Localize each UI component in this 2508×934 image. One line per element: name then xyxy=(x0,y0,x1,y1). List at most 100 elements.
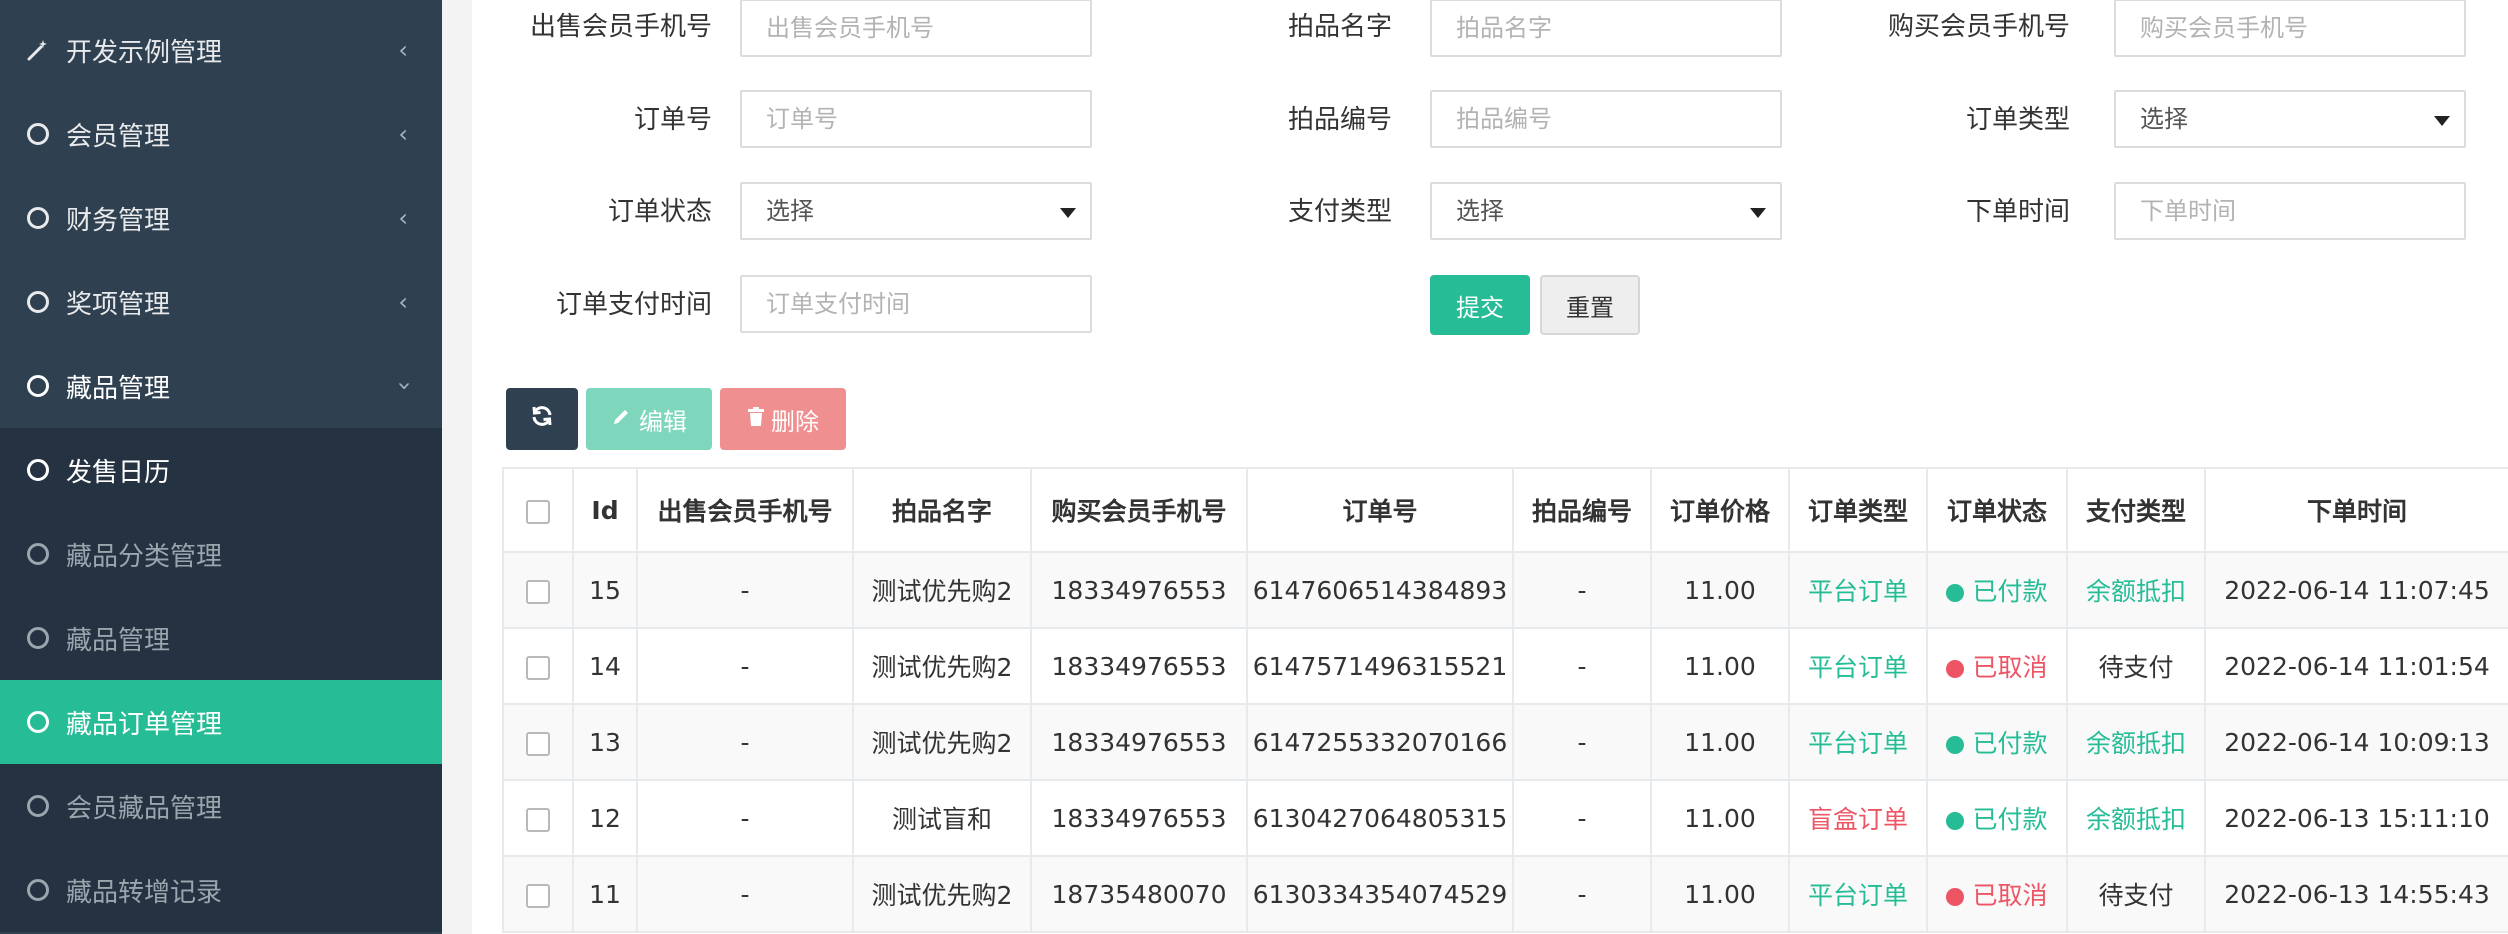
select-all-cell[interactable] xyxy=(502,467,574,553)
orders-table: Id 出售会员手机号 拍品名字 购买会员手机号 订单号 拍品编号 订单价格 订单… xyxy=(502,467,2508,933)
placeholder-text: 拍品名字 xyxy=(1456,14,1552,42)
order-status-label: 订单状态 xyxy=(607,197,712,227)
caret-down-icon xyxy=(1060,208,1076,218)
sidebar-item-collection-orders[interactable]: 藏品订单管理 xyxy=(0,680,442,764)
column-header[interactable]: 支付类型 xyxy=(2066,467,2206,553)
table-cell-pay: 待支付 xyxy=(2066,855,2206,933)
table-cell-time: 2022-06-14 11:01:54 xyxy=(2204,627,2508,705)
column-header[interactable]: 出售会员手机号 xyxy=(636,467,854,553)
table-cell-time: 2022-06-14 11:07:45 xyxy=(2204,551,2508,629)
sidebar-item-collections[interactable]: 藏品管理 › xyxy=(0,344,442,428)
caret-down-icon xyxy=(2434,116,2450,126)
sidebar-item-dev-examples[interactable]: 开发示例管理 ‹ xyxy=(0,8,442,92)
table-cell-id: 15 xyxy=(572,551,638,629)
placeholder-text: 拍品编号 xyxy=(1456,105,1552,133)
row-select-cell[interactable] xyxy=(502,855,574,933)
order-time-input[interactable]: 下单时间 xyxy=(2114,182,2466,240)
row-select-cell[interactable] xyxy=(502,551,574,629)
pencil-icon xyxy=(611,405,631,433)
table-cell-pay: 余额抵扣 xyxy=(2066,551,2206,629)
column-header[interactable]: 购买会员手机号 xyxy=(1030,467,1248,553)
table-cell-pay: 余额抵扣 xyxy=(2066,703,2206,781)
order-status-select[interactable]: 选择 xyxy=(740,182,1092,240)
sidebar-item-label: 藏品管理 xyxy=(66,373,171,404)
row-checkbox[interactable] xyxy=(526,655,550,680)
row-select-cell[interactable] xyxy=(502,779,574,857)
table-cell-pay: 待支付 xyxy=(2066,627,2206,705)
sidebar-item-label: 藏品转增记录 xyxy=(66,877,223,908)
table-cell-seller: - xyxy=(636,779,854,857)
table-cell-time: 2022-06-13 15:11:10 xyxy=(2204,779,2508,857)
table-cell-buyer: 18334976553 xyxy=(1030,779,1248,857)
status-dot-icon xyxy=(1946,812,1965,830)
column-header[interactable]: 拍品名字 xyxy=(852,467,1032,553)
row-checkbox[interactable] xyxy=(526,731,550,756)
row-checkbox[interactable] xyxy=(526,883,550,908)
status-dot-icon xyxy=(1946,584,1965,602)
column-header[interactable]: 订单号 xyxy=(1246,467,1514,553)
status-dot-icon xyxy=(1946,736,1965,754)
select-value: 选择 xyxy=(2140,105,2188,133)
sidebar-item-label: 财务管理 xyxy=(66,205,171,236)
seller-phone-input[interactable]: 出售会员手机号 xyxy=(740,0,1092,57)
table-row[interactable]: 12- 测试盲和 18334976553 6130427064805315-11.00… xyxy=(502,779,2508,857)
table-row[interactable]: 11- 测试优先购2 18735480070 6130334354074529-11.… xyxy=(502,855,2508,933)
table-row[interactable]: 13- 测试优先购2 18334976553 6147255332070166-11.… xyxy=(502,703,2508,781)
pay-type-label: 支付类型 xyxy=(1287,197,1392,227)
pay-time-label: 订单支付时间 xyxy=(555,290,712,320)
circle-icon xyxy=(26,459,50,481)
column-header[interactable]: 订单类型 xyxy=(1788,467,1928,553)
placeholder-text: 订单号 xyxy=(766,105,838,133)
edit-button[interactable]: 编辑 xyxy=(586,388,712,450)
table-cell-type: 盲盒订单 xyxy=(1788,779,1928,857)
table-cell-type: 平台订单 xyxy=(1788,551,1928,629)
sidebar-item-collection-management[interactable]: 藏品管理 xyxy=(0,596,442,680)
refresh-button[interactable] xyxy=(506,388,578,450)
column-header[interactable]: 拍品编号 xyxy=(1512,467,1652,553)
caret-down-icon xyxy=(1750,208,1766,218)
select-all-checkbox[interactable] xyxy=(526,499,550,524)
table-cell-status: 已取消 xyxy=(1926,855,2068,933)
sidebar-item-awards[interactable]: 奖项管理 ‹ xyxy=(0,260,442,344)
delete-button[interactable]: 删除 xyxy=(720,388,846,450)
sidebar-item-member-collections[interactable]: 会员藏品管理 xyxy=(0,764,442,848)
column-header[interactable]: Id xyxy=(572,467,638,553)
item-name-input[interactable]: 拍品名字 xyxy=(1430,0,1782,57)
table-cell-order-no: 6147571496315521 xyxy=(1246,627,1514,705)
column-header[interactable]: 订单价格 xyxy=(1650,467,1790,553)
status-text: 已付款 xyxy=(1972,805,2048,834)
item-no-input[interactable]: 拍品编号 xyxy=(1430,90,1782,148)
table-row[interactable]: 14- 测试优先购2 18334976553 6147571496315521-11.… xyxy=(502,627,2508,705)
sidebar-item-finance[interactable]: 财务管理 ‹ xyxy=(0,176,442,260)
table-cell-item-no: - xyxy=(1512,703,1652,781)
sidebar-item-release-calendar[interactable]: 发售日历 xyxy=(0,428,442,512)
buyer-phone-label: 购买会员手机号 xyxy=(1887,12,2070,42)
pay-type-select[interactable]: 选择 xyxy=(1430,182,1782,240)
sidebar-item-members[interactable]: 会员管理 ‹ xyxy=(0,92,442,176)
row-checkbox[interactable] xyxy=(526,579,550,604)
table-cell-id: 12 xyxy=(572,779,638,857)
sidebar-item-category-management[interactable]: 藏品分类管理 xyxy=(0,512,442,596)
row-select-cell[interactable] xyxy=(502,627,574,705)
row-checkbox[interactable] xyxy=(526,807,550,832)
item-no-label: 拍品编号 xyxy=(1287,105,1392,135)
order-type-select[interactable]: 选择 xyxy=(2114,90,2466,148)
status-text: 已取消 xyxy=(1972,881,2048,910)
order-no-input[interactable]: 订单号 xyxy=(740,90,1092,148)
column-header[interactable]: 下单时间 xyxy=(2204,467,2508,553)
buyer-phone-input[interactable]: 购买会员手机号 xyxy=(2114,0,2466,57)
column-header[interactable]: 订单状态 xyxy=(1926,467,2068,553)
submit-button[interactable]: 提交 xyxy=(1430,275,1530,335)
order-no-label: 订单号 xyxy=(633,105,712,135)
seller-phone-label: 出售会员手机号 xyxy=(529,12,712,42)
reset-button[interactable]: 重置 xyxy=(1540,275,1640,335)
table-cell-order-no: 6130334354074529 xyxy=(1246,855,1514,933)
circle-icon xyxy=(26,375,50,397)
pay-time-input[interactable]: 订单支付时间 xyxy=(740,275,1092,333)
sidebar-item-transfer-records[interactable]: 藏品转增记录 xyxy=(0,848,442,932)
wand-icon xyxy=(26,38,50,62)
table-row[interactable]: 15- 测试优先购2 18334976553 6147606514384893-11.… xyxy=(502,551,2508,629)
table-cell-status: 已付款 xyxy=(1926,703,2068,781)
row-select-cell[interactable] xyxy=(502,703,574,781)
chevron-left-icon: ‹ xyxy=(398,288,408,316)
